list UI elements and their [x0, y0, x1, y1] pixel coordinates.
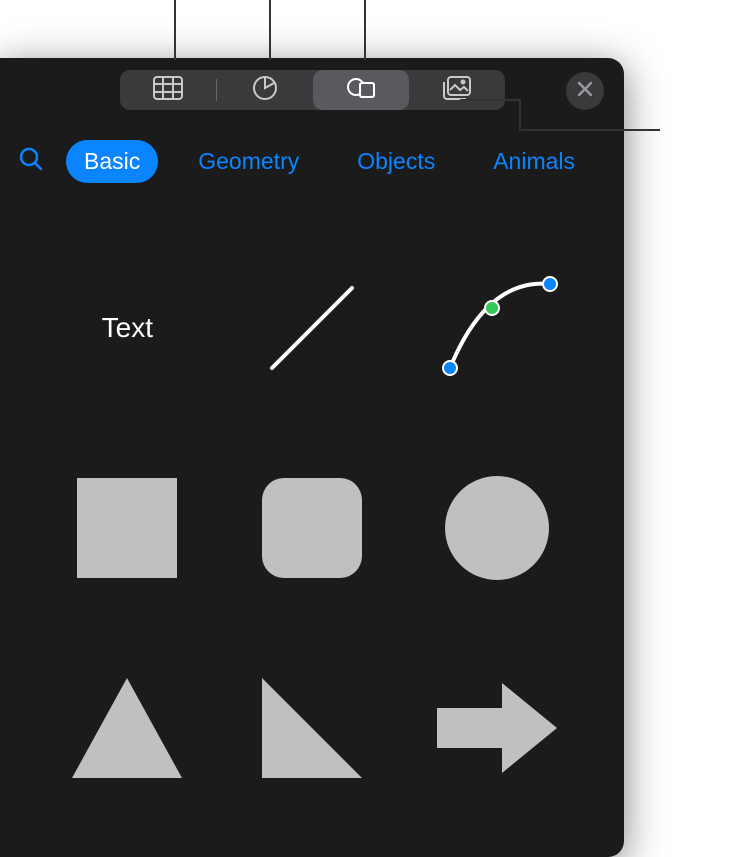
- shape-text[interactable]: Text: [40, 253, 215, 403]
- close-icon: [577, 81, 593, 102]
- category-tab-animals[interactable]: Animals: [475, 140, 593, 183]
- category-row: Basic Geometry Objects Animals Nat: [0, 110, 624, 183]
- shape-right-triangle[interactable]: [225, 653, 400, 803]
- category-tab-geometry[interactable]: Geometry: [180, 140, 317, 183]
- media-icon: [442, 76, 472, 105]
- category-tab-nature[interactable]: Nat: [615, 140, 624, 183]
- curve-pen-icon: [432, 268, 562, 388]
- shapes-icon: [346, 75, 376, 106]
- table-segment[interactable]: [120, 70, 216, 110]
- shape-circle[interactable]: [409, 453, 584, 603]
- line-icon: [257, 273, 367, 383]
- shape-arrow-right[interactable]: [409, 653, 584, 803]
- right-triangle-icon: [262, 678, 362, 778]
- shape-rounded-square[interactable]: [225, 453, 400, 603]
- category-tab-objects[interactable]: Objects: [339, 140, 453, 183]
- chart-icon: [252, 75, 278, 106]
- close-button[interactable]: [566, 72, 604, 110]
- shape-line[interactable]: [225, 253, 400, 403]
- media-segment[interactable]: [409, 70, 505, 110]
- shape-triangle[interactable]: [40, 653, 215, 803]
- circle-icon: [445, 476, 549, 580]
- insert-type-segmented-control: [120, 70, 505, 110]
- category-tab-basic[interactable]: Basic: [66, 140, 158, 183]
- shapes-grid: Text: [0, 183, 624, 833]
- chart-segment[interactable]: [217, 70, 313, 110]
- shapes-segment[interactable]: [313, 70, 409, 110]
- table-icon: [153, 76, 183, 105]
- toolbar: [0, 58, 624, 110]
- insert-panel: Basic Geometry Objects Animals Nat Text: [0, 58, 624, 857]
- arrow-right-icon: [437, 683, 557, 773]
- square-icon: [77, 478, 177, 578]
- rounded-square-icon: [262, 478, 362, 578]
- shape-square[interactable]: [40, 453, 215, 603]
- triangle-icon: [72, 678, 182, 778]
- text-shape-label: Text: [102, 312, 153, 344]
- search-icon[interactable]: [18, 146, 44, 177]
- shape-pen-curve[interactable]: [409, 253, 584, 403]
